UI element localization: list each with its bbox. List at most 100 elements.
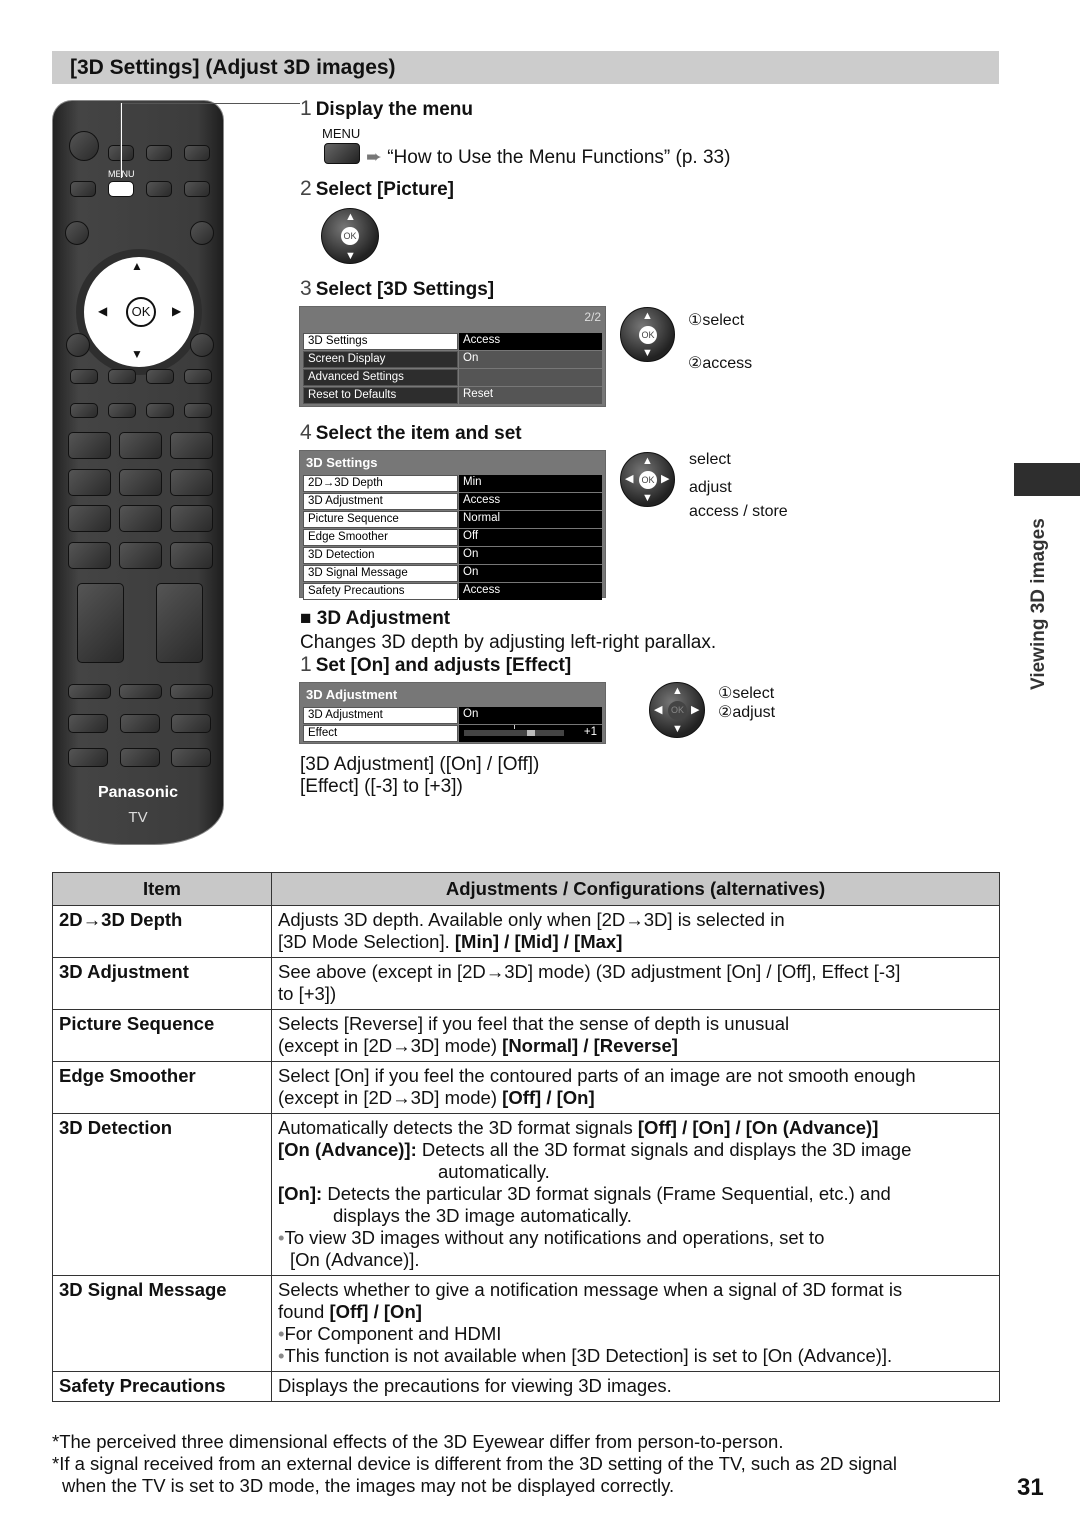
page-indicator: 2/2 xyxy=(584,310,601,324)
table-row: 3D Adjustment See above (except in [2D→3… xyxy=(52,957,1000,1010)
item-description: Displays the precautions for viewing 3D … xyxy=(271,1371,1000,1402)
menu-row: Edge Smoother Off xyxy=(303,529,602,546)
table-row: Edge Smoother Select [On] if you feel th… xyxy=(52,1061,1000,1114)
remote-button xyxy=(68,714,108,733)
item-description: Automatically detects the 3D format sign… xyxy=(271,1113,1000,1276)
number-button xyxy=(68,469,111,496)
power-button xyxy=(69,131,99,161)
remote-button xyxy=(184,369,212,384)
menu-row: Reset to Defaults Reset xyxy=(303,387,602,404)
item-description: Selects whether to give a notification m… xyxy=(271,1275,1000,1372)
arrow-down-icon: ▼ xyxy=(642,347,653,359)
item-name: Safety Precautions xyxy=(52,1371,272,1402)
menu-title: 3D Adjustment xyxy=(306,687,398,702)
remote-button xyxy=(70,403,98,418)
table-row: Picture Sequence Selects [Reverse] if yo… xyxy=(52,1009,1000,1062)
arrow-down-icon: ▼ xyxy=(672,723,683,735)
navigation-pad-icon: ▲ ▼ OK xyxy=(620,307,675,362)
ok-icon: OK xyxy=(341,227,359,245)
hint-adjust: ②adjust xyxy=(718,704,776,721)
arrow-up-icon: ▲ xyxy=(131,259,143,273)
item-description: Adjusts 3D depth. Available only when [2… xyxy=(271,905,1000,958)
number-button xyxy=(68,542,111,569)
slider-center-mark xyxy=(514,725,515,729)
item-description: Selects [Reverse] if you feel that the s… xyxy=(271,1009,1000,1062)
menu-row: Screen Display On xyxy=(303,351,602,368)
arrow-left-icon: ◀ xyxy=(98,304,108,318)
3d-settings-menu-screen: 3D Settings 2D→3D Depth Min 3D Adjustment… xyxy=(299,450,606,600)
chapter-tab xyxy=(1014,463,1080,496)
arrow-up-icon: ▲ xyxy=(345,211,356,223)
arrow-left-icon: ◀ xyxy=(625,473,634,485)
hint-access-store: access / store xyxy=(689,503,788,520)
arrow-right-icon: ▶ xyxy=(661,473,670,485)
adjustment-options-note: [3D Adjustment] ([On] / [Off]) xyxy=(300,754,540,775)
arrow-up-icon: ▲ xyxy=(642,310,653,322)
number-button xyxy=(119,432,162,459)
model-label: TV xyxy=(128,809,148,826)
arrow-right-icon: ▶ xyxy=(172,304,182,318)
item-name: Picture Sequence xyxy=(52,1009,272,1062)
column-header: Item xyxy=(52,872,272,906)
arrow-right-icon: ▶ xyxy=(691,704,700,716)
remote-button xyxy=(171,714,211,733)
ok-icon: OK xyxy=(639,471,657,489)
remote-button xyxy=(68,748,108,767)
footnote: when the TV is set to 3D mode, the image… xyxy=(62,1475,675,1496)
remote-button xyxy=(146,369,174,384)
number-button xyxy=(68,505,111,532)
remote-button xyxy=(171,748,211,767)
adjustment-step-heading: 1 Set [On] and adjusts [Effect] xyxy=(300,653,572,676)
footnote: *If a signal received from an external d… xyxy=(52,1453,897,1474)
hint-access: ②access xyxy=(688,355,753,372)
menu-button-highlight xyxy=(108,181,134,197)
number-button xyxy=(119,542,162,569)
remote-button xyxy=(146,145,172,161)
hint-select: ①select xyxy=(718,685,775,702)
brand-logo: Panasonic xyxy=(97,784,179,801)
hint-select: select xyxy=(689,451,731,468)
menu-row-effect: Effect +1 xyxy=(303,725,602,742)
item-name: 3D Detection xyxy=(52,1113,272,1276)
number-button xyxy=(119,469,162,496)
remote-button xyxy=(120,748,160,767)
remote-button xyxy=(190,221,214,245)
remote-button xyxy=(170,684,213,699)
channel-rocker xyxy=(156,583,203,663)
table-row: 3D Detection Automatically detects the 3… xyxy=(52,1113,1000,1276)
number-button xyxy=(119,505,162,532)
table-header-row: Item Adjustments / Configurations (alter… xyxy=(52,872,1000,906)
step-3-heading: 3 Select [3D Settings] xyxy=(300,277,495,300)
item-name: 3D Signal Message xyxy=(52,1275,272,1372)
effect-slider-track xyxy=(464,725,564,736)
remote-button xyxy=(70,181,96,197)
remote-button xyxy=(66,333,90,357)
ok-icon: OK xyxy=(668,701,687,720)
step-4-heading: 4 Select the item and set xyxy=(300,421,522,444)
number-button xyxy=(170,432,213,459)
arrow-up-icon: ▲ xyxy=(672,685,683,697)
menu-key-icon xyxy=(324,143,360,164)
table-row: 2D→3D Depth Adjusts 3D depth. Available … xyxy=(52,905,1000,958)
3d-adjustment-menu-screen: 3D Adjustment 3D Adjustment On Effect +1 xyxy=(299,682,606,744)
navigation-pad-icon: ▲ ▼ OK xyxy=(321,208,379,264)
remote-button xyxy=(108,369,136,384)
remote-button xyxy=(146,181,172,197)
item-description: See above (except in [2D→3D] mode) (3D a… xyxy=(271,957,1000,1010)
navigation-pad-icon: ▲ ▼ ◀ ▶ OK xyxy=(649,682,705,738)
remote-button xyxy=(108,403,136,418)
hint-select: ①select xyxy=(688,312,745,329)
effect-range-note: [Effect] ([-3] to [+3]) xyxy=(300,776,463,797)
leader-line xyxy=(120,103,300,104)
step-2-heading: 2 Select [Picture] xyxy=(300,177,455,200)
menu-functions-reference: ➨ “How to Use the Menu Functions” (p. 33… xyxy=(366,147,731,168)
remote-control-illustration: MENU ▲ ▼ ◀ ▶ OK Panasonic TV xyxy=(52,100,224,845)
menu-key-label: MENU xyxy=(322,126,361,141)
dpad-illustration: ▲ ▼ ◀ ▶ OK xyxy=(76,249,202,375)
adjustment-description: Changes 3D depth by adjusting left-right… xyxy=(300,632,717,653)
volume-rocker xyxy=(77,583,124,663)
step-1-heading: 1 Display the menu xyxy=(300,97,474,120)
section-title: [3D Settings] (Adjust 3D images) xyxy=(52,51,999,84)
number-button xyxy=(170,505,213,532)
remote-button xyxy=(119,684,162,699)
